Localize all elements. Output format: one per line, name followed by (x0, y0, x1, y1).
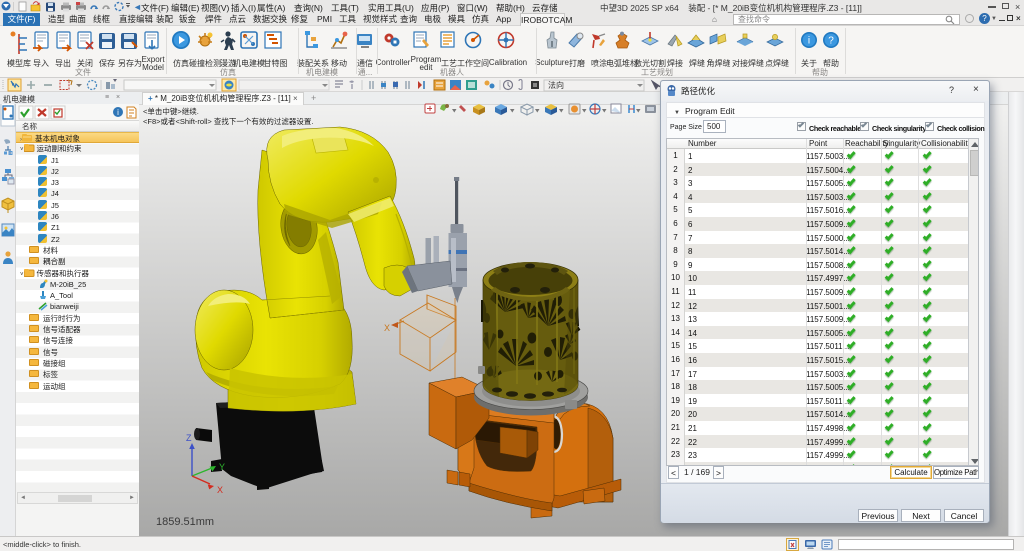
svg-text:X: X (217, 485, 223, 495)
svg-text:Z: Z (186, 433, 192, 443)
svg-text:i: i (117, 108, 119, 117)
svg-text:X: X (384, 323, 390, 333)
svg-text:Y: Y (219, 462, 225, 472)
svg-text:法向: 法向 (548, 80, 564, 90)
svg-text:?: ? (828, 36, 834, 47)
svg-text:i: i (808, 36, 810, 47)
